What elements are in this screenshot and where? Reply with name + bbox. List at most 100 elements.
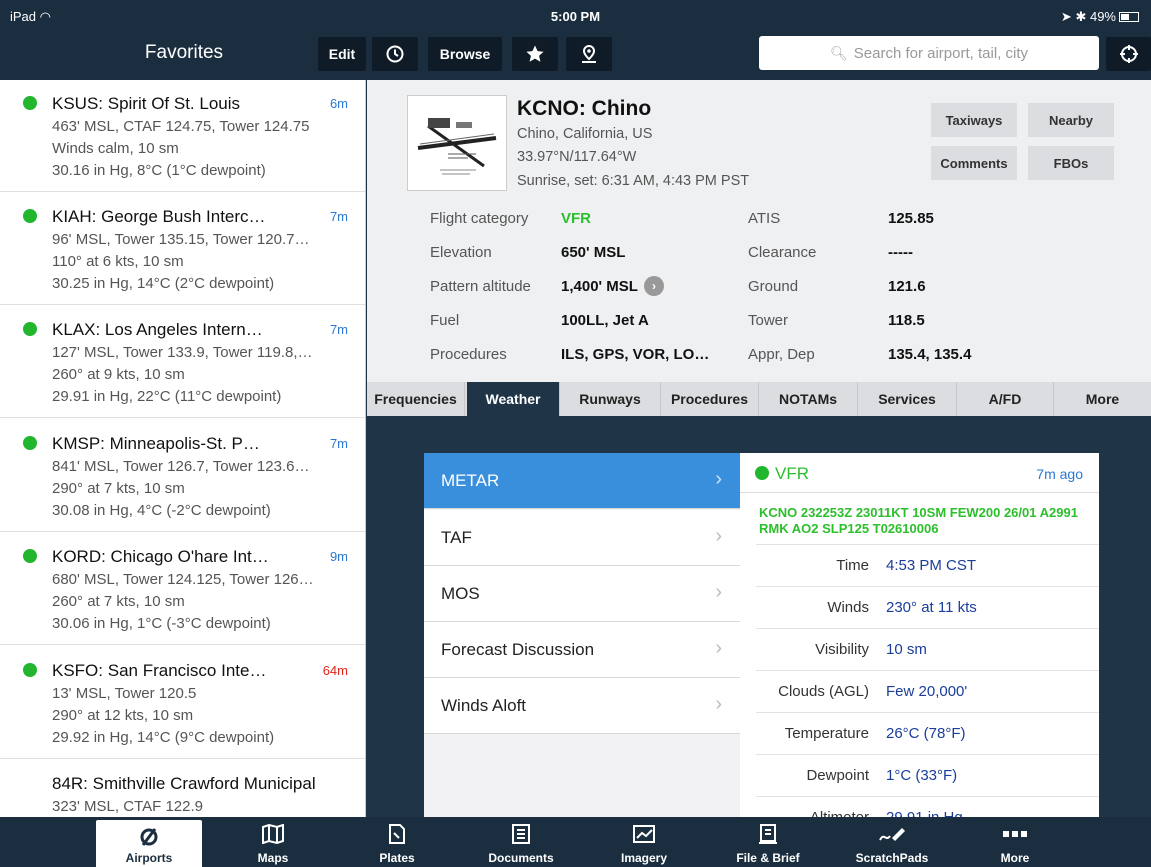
metar-row-label: Altimeter xyxy=(810,809,869,817)
imagery-icon xyxy=(589,822,699,846)
fbos-button[interactable]: FBOs xyxy=(1028,146,1114,180)
map-icon xyxy=(218,822,328,846)
pattern-altitude-value[interactable]: 1,400' MSL › xyxy=(561,276,664,296)
weather-menu-winds-aloft[interactable]: Winds Aloft › xyxy=(424,678,740,734)
tab-runways[interactable]: Runways xyxy=(560,382,661,416)
metar-row-label: Visibility xyxy=(815,641,869,658)
weather-menu-label: MOS xyxy=(441,584,480,603)
ground-value: 121.6 xyxy=(888,278,926,295)
search-placeholder: Search for airport, tail, city xyxy=(853,44,1028,62)
chevron-right-icon: › xyxy=(715,581,722,603)
airport-info-panel: KCNO: Chino Chino, California, US 33.97°… xyxy=(367,80,1151,382)
locate-button[interactable] xyxy=(1106,37,1151,71)
favorite-item[interactable]: KSFO: San Francisco Inte… 64m 13' MSL, T… xyxy=(0,647,365,759)
favorite-item[interactable]: KORD: Chicago O'hare Int… 9m 680' MSL, T… xyxy=(0,533,365,645)
bottom-tab-file-brief[interactable]: File & Brief xyxy=(713,817,823,867)
chevron-right-icon: › xyxy=(715,693,722,715)
favorite-altimeter: 30.16 in Hg, 8°C (1°C dewpoint) xyxy=(52,162,266,179)
bottom-tab-label: ScratchPads xyxy=(855,851,929,865)
atis-value: 125.85 xyxy=(888,210,934,227)
bottom-tab-imagery[interactable]: Imagery xyxy=(589,817,699,867)
vfr-status-dot xyxy=(23,96,37,110)
comments-button[interactable]: Comments xyxy=(931,146,1017,180)
metar-row-label: Winds xyxy=(827,599,869,616)
nav-title: Favorites xyxy=(144,42,224,63)
metar-flight-category: VFR xyxy=(775,464,809,483)
browse-button[interactable]: Browse xyxy=(428,37,502,71)
tab-notams[interactable]: NOTAMs xyxy=(759,382,858,416)
weather-menu-forecast-discussion[interactable]: Forecast Discussion › xyxy=(424,622,740,678)
metar-row-label: Clouds (AGL) xyxy=(778,683,869,700)
tab-afd[interactable]: A/FD xyxy=(957,382,1054,416)
favorite-item[interactable]: KMSP: Minneapolis-St. P… 7m 841' MSL, To… xyxy=(0,420,365,532)
airport-tabs: Frequencies Weather Runways Procedures N… xyxy=(367,382,1151,416)
tab-more[interactable]: More xyxy=(1054,382,1151,416)
battery-icon xyxy=(1119,12,1139,22)
tab-procedures[interactable]: Procedures xyxy=(661,382,759,416)
tab-services[interactable]: Services xyxy=(858,382,957,416)
fuel-label: Fuel xyxy=(430,312,460,329)
document-icon xyxy=(466,822,576,846)
bottom-tab-scratchpads[interactable]: ScratchPads xyxy=(837,817,947,867)
metar-row-value: 26°C (78°F) xyxy=(886,725,966,742)
favorite-winds: 260° at 9 kts, 10 sm xyxy=(52,366,185,383)
airport-sunrise-sunset: Sunrise, set: 6:31 AM, 4:43 PM PST xyxy=(517,173,750,189)
bottom-tab-more[interactable]: More xyxy=(960,817,1070,867)
tower-label: Tower xyxy=(748,312,789,329)
airport-title: KCNO: Chino xyxy=(517,97,652,120)
bottom-tab-label: File & Brief xyxy=(736,851,800,865)
favorite-name: KSFO: San Francisco Inte… xyxy=(52,661,267,680)
chevron-right-icon: › xyxy=(715,468,722,490)
clock-icon xyxy=(386,45,404,63)
bottom-tab-airports[interactable]: Airports xyxy=(96,820,202,867)
taxiways-button[interactable]: Taxiways xyxy=(931,103,1017,137)
metar-row-value: 1°C (33°F) xyxy=(886,767,958,784)
bottom-tab-label: Airports xyxy=(125,851,173,865)
recent-button[interactable] xyxy=(372,37,418,71)
favorite-altimeter: 29.92 in Hg, 14°C (9°C dewpoint) xyxy=(52,729,275,746)
favorite-age: 7m xyxy=(329,322,348,337)
favorite-item[interactable]: KIAH: George Bush Interc… 7m 96' MSL, To… xyxy=(0,193,365,305)
flight-category-value: VFR xyxy=(561,210,591,227)
metar-header: VFR 7m ago xyxy=(740,453,1099,493)
edit-button[interactable]: Edit xyxy=(318,37,366,71)
clipboard-icon xyxy=(713,822,823,846)
weather-menu-label: TAF xyxy=(441,528,472,547)
tab-weather[interactable]: Weather xyxy=(467,382,560,416)
tab-frequencies[interactable]: Frequencies xyxy=(367,382,465,416)
weather-menu-label: METAR xyxy=(441,471,500,490)
favorite-name: KMSP: Minneapolis-St. P… xyxy=(52,434,260,453)
bottom-tab-label: Plates xyxy=(379,851,415,865)
bottom-tab-documents[interactable]: Documents xyxy=(466,817,576,867)
elevation-value: 650' MSL xyxy=(561,244,626,261)
favorite-item[interactable]: KLAX: Los Angeles Intern… 7m 127' MSL, T… xyxy=(0,306,365,418)
favorite-name: KORD: Chicago O'hare Int… xyxy=(52,547,269,566)
weather-menu-metar[interactable]: METAR › xyxy=(424,453,740,509)
metar-row: Dewpoint 1°C (33°F) xyxy=(756,754,1099,796)
favorite-item[interactable]: 84R: Smithville Crawford Municipal 323' … xyxy=(0,760,365,817)
bottom-tab-label: Imagery xyxy=(620,851,668,865)
location-arrow-icon: ➤ xyxy=(1060,9,1072,24)
search-input[interactable]: 🔍︎ Search for airport, tail, city xyxy=(759,36,1099,70)
nearby-map-button[interactable] xyxy=(566,37,612,71)
favorite-altimeter: 30.08 in Hg, 4°C (-2°C dewpoint) xyxy=(52,502,271,519)
more-dots-icon xyxy=(960,822,1070,846)
nearby-button[interactable]: Nearby xyxy=(1028,103,1114,137)
favorite-item[interactable]: KSUS: Spirit Of St. Louis 6m 463' MSL, C… xyxy=(0,80,365,192)
metar-row-value: 10 sm xyxy=(886,641,927,658)
weather-menu-mos[interactable]: MOS › xyxy=(424,566,740,622)
metar-row-label: Time xyxy=(836,557,869,574)
bottom-tab-plates[interactable]: Plates xyxy=(342,817,452,867)
favorite-info: 680' MSL, Tower 124.125, Tower 126… xyxy=(52,571,314,588)
vfr-status-dot xyxy=(23,663,37,677)
pen-icon xyxy=(837,822,947,846)
metar-row: Time 4:53 PM CST xyxy=(756,544,1099,586)
favorites-button[interactable] xyxy=(512,37,558,71)
metar-row-label: Temperature xyxy=(784,725,869,742)
bottom-tab-maps[interactable]: Maps xyxy=(218,817,328,867)
airport-diagram-thumbnail[interactable] xyxy=(407,95,507,191)
airport-diagram-icon xyxy=(408,96,506,190)
procedures-value: ILS, GPS, VOR, LO… xyxy=(561,346,710,363)
chevron-right-icon: › xyxy=(715,525,722,547)
weather-menu-taf[interactable]: TAF › xyxy=(424,510,740,566)
